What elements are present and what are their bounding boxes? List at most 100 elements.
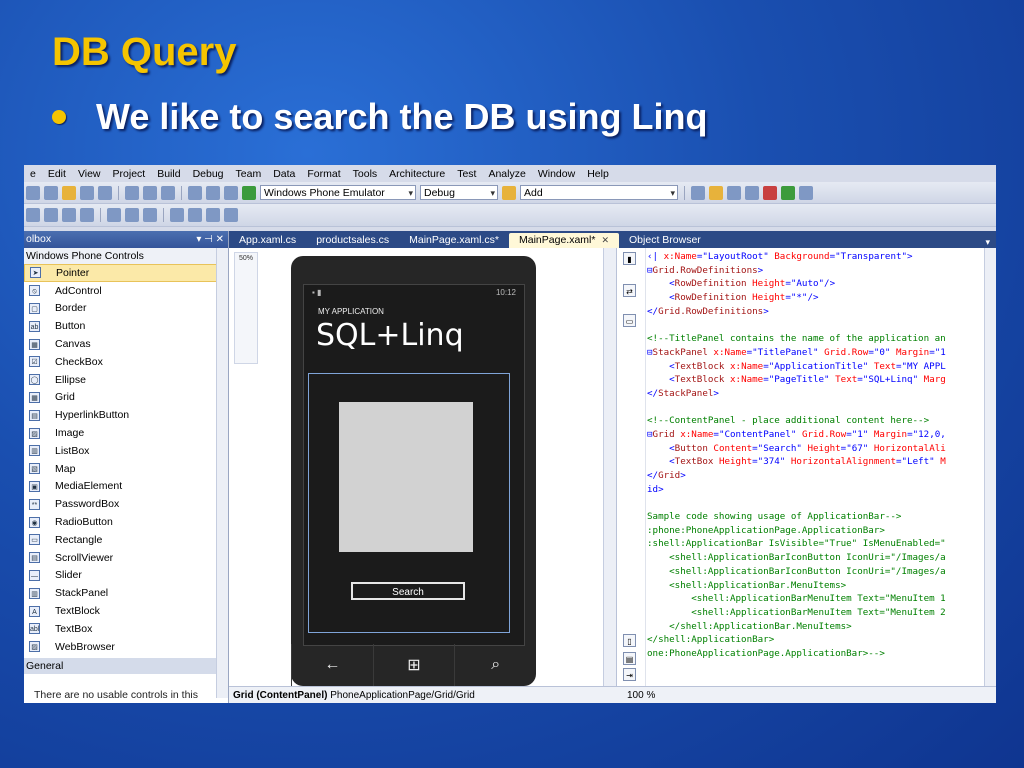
toolbox-item[interactable]: ab Button	[24, 317, 228, 335]
toolbox-item[interactable]: ▣ MediaElement	[24, 478, 228, 496]
textbox-control[interactable]	[339, 402, 473, 552]
back-icon[interactable]: ←	[291, 644, 373, 686]
target-device-select[interactable]: Windows Phone Emulator	[260, 185, 416, 200]
tab-list-icon[interactable]: ▾	[985, 237, 996, 248]
uncomment-icon[interactable]	[143, 208, 157, 222]
toolbox-item[interactable]: ▤ ScrollViewer	[24, 549, 228, 567]
application-title[interactable]: MY APPLICATION	[318, 307, 524, 316]
close-tab-icon[interactable]: ✕	[601, 235, 609, 245]
add-item-icon[interactable]	[44, 185, 58, 200]
menu-item[interactable]: Test	[451, 168, 482, 180]
toolbox-item[interactable]: abl TextBox	[24, 620, 228, 638]
toolbox-group-windows-phone[interactable]: Windows Phone Controls	[24, 248, 228, 264]
start-debug-icon[interactable]	[242, 185, 256, 200]
zoom-level[interactable]: 100 %	[627, 687, 655, 703]
cut-icon[interactable]	[125, 185, 139, 200]
split-vertical-icon[interactable]: ▮	[623, 252, 636, 265]
toolbox-item[interactable]: ▥ StackPanel	[24, 584, 228, 602]
save-icon[interactable]	[80, 185, 94, 200]
collapse-pane-icon[interactable]: ▭	[623, 314, 636, 327]
menu-item[interactable]: Project	[107, 168, 152, 180]
find-in-files-icon[interactable]	[691, 185, 705, 200]
search-icon[interactable]: ⌕	[454, 644, 536, 686]
clear-bookmarks-icon[interactable]	[224, 208, 238, 222]
page-title[interactable]: SQL+Linq	[316, 318, 524, 353]
content-panel-grid[interactable]: Search	[308, 373, 510, 633]
document-tab[interactable]: MainPage.xaml* ✕	[509, 233, 620, 248]
prev-bookmark-icon[interactable]	[188, 208, 202, 222]
paste-icon[interactable]	[161, 185, 175, 200]
bookmark-icon[interactable]	[170, 208, 184, 222]
properties-icon[interactable]	[727, 185, 741, 200]
toolbox-item[interactable]: ▨ WebBrowser	[24, 638, 228, 656]
redo-icon[interactable]	[206, 185, 220, 200]
toolbox-item[interactable]: ▤ HyperlinkButton	[24, 406, 228, 424]
expand-pane-icon[interactable]: ⇥	[623, 668, 636, 681]
document-tab[interactable]: MainPage.xaml.cs*	[399, 233, 509, 248]
toolbox-item[interactable]: ◯ Ellipse	[24, 371, 228, 389]
toolbox-item[interactable]: — Slider	[24, 567, 228, 585]
toolbox-item[interactable]: ▭ Rectangle	[24, 531, 228, 549]
zoom-slider[interactable]: 50%	[234, 252, 258, 364]
toolbox-item[interactable]: ▧ Map	[24, 460, 228, 478]
outdent-icon[interactable]	[107, 208, 121, 222]
document-tab[interactable]: Object Browser	[619, 233, 711, 248]
next-bookmark-icon[interactable]	[206, 208, 220, 222]
xaml-editor[interactable]: ▮ ⇄ ▭ ▯ ▤ ⇥ ‹| x:Name="LayoutRoot" Backg…	[617, 248, 996, 686]
toolbox-scrollbar[interactable]	[216, 248, 228, 698]
windows-logo-icon[interactable]: ⊞	[372, 644, 455, 686]
design-scrollbar[interactable]	[603, 248, 616, 686]
menu-item[interactable]: Data	[267, 168, 301, 180]
indent-icon[interactable]	[80, 208, 94, 222]
document-tab[interactable]: productsales.cs	[306, 233, 399, 248]
copy-icon[interactable]	[143, 185, 157, 200]
horizontal-split-icon[interactable]: ▤	[623, 652, 636, 665]
xaml-scrollbar[interactable]	[984, 248, 996, 686]
align-icon[interactable]	[44, 208, 58, 222]
configuration-select[interactable]: Debug	[420, 185, 498, 200]
vertical-split-icon[interactable]: ▯	[623, 634, 636, 647]
toolbox-item[interactable]: ◉ RadioButton	[24, 513, 228, 531]
extension-manager-icon[interactable]	[799, 185, 813, 200]
toolbox-item[interactable]: ▢ Border	[24, 300, 228, 318]
xaml-code[interactable]: ‹| x:Name="LayoutRoot" Background="Trans…	[647, 250, 984, 661]
swap-panes-icon[interactable]: ⇄	[623, 284, 636, 297]
toolbox-item[interactable]: ▦ Grid	[24, 389, 228, 407]
menu-item[interactable]: Help	[581, 168, 615, 180]
toolbox-item[interactable]: ▦ Canvas	[24, 335, 228, 353]
find-icon[interactable]	[502, 185, 516, 200]
align-icon[interactable]	[26, 208, 40, 222]
open-folder-icon[interactable]	[62, 185, 76, 200]
comment-icon[interactable]	[125, 208, 139, 222]
save-all-icon[interactable]	[98, 185, 112, 200]
menu-item[interactable]: e	[24, 168, 42, 180]
new-project-icon[interactable]	[26, 185, 40, 200]
object-browser-icon[interactable]	[745, 185, 759, 200]
font-size-icon[interactable]	[62, 208, 76, 222]
menu-item[interactable]: Debug	[187, 168, 230, 180]
find-combo[interactable]: Add	[520, 185, 678, 200]
menu-item[interactable]: Team	[230, 168, 268, 180]
toolbox-item[interactable]: ▥ ListBox	[24, 442, 228, 460]
toolbox-window-controls[interactable]: ▾ ⊣ ✕	[196, 231, 224, 248]
team-explorer-icon[interactable]	[781, 185, 795, 200]
menu-item[interactable]: Analyze	[482, 168, 531, 180]
search-button[interactable]: Search	[351, 582, 465, 600]
toolbox-icon[interactable]	[763, 185, 777, 200]
menu-item[interactable]: Format	[301, 168, 346, 180]
menu-item[interactable]: Tools	[347, 168, 384, 180]
menu-item[interactable]: Edit	[42, 168, 72, 180]
toolbox-item[interactable]: ☑ CheckBox	[24, 353, 228, 371]
menu-item[interactable]: View	[72, 168, 107, 180]
toolbox-group-general[interactable]: General	[24, 657, 228, 674]
navigate-icon[interactable]	[224, 185, 238, 200]
toolbox-item[interactable]: ▨ Image	[24, 424, 228, 442]
element-breadcrumb[interactable]: Grid (ContentPanel) PhoneApplicationPage…	[229, 687, 475, 703]
menu-item[interactable]: Architecture	[383, 168, 451, 180]
toolbox-item[interactable]: ** PasswordBox	[24, 495, 228, 513]
document-tab[interactable]: App.xaml.cs	[229, 233, 306, 248]
toolbox-item[interactable]: ⦸ AdControl	[24, 282, 228, 300]
undo-icon[interactable]	[188, 185, 202, 200]
toolbox-item[interactable]: A TextBlock	[24, 602, 228, 620]
menu-item[interactable]: Build	[151, 168, 186, 180]
